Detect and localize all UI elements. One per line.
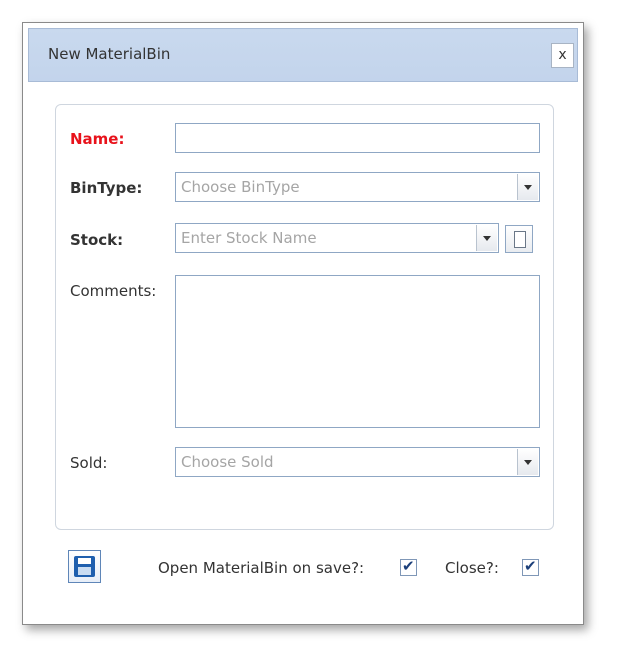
stock-label: Stock:: [70, 231, 124, 249]
bintype-dropdown[interactable]: Choose BinType: [175, 172, 540, 202]
close-after-save-label: Close?:: [445, 559, 499, 577]
close-after-save-checkbox[interactable]: ✔: [522, 557, 539, 576]
sold-dropdown-button[interactable]: [517, 449, 538, 475]
material-bin-dialog: New MaterialBin x Name: BinType: Choose …: [22, 22, 584, 625]
sold-placeholder: Choose Sold: [181, 453, 274, 471]
new-stock-button[interactable]: [505, 225, 533, 253]
chevron-down-icon: [524, 460, 532, 465]
sold-label: Sold:: [70, 454, 108, 472]
stock-placeholder: Enter Stock Name: [181, 229, 317, 247]
close-button[interactable]: x: [551, 43, 574, 68]
new-document-icon: [514, 231, 526, 248]
name-label: Name:: [70, 130, 125, 148]
chevron-down-icon: [483, 236, 491, 241]
open-on-save-checkbox[interactable]: ✔: [400, 557, 417, 576]
comments-textarea[interactable]: [175, 275, 540, 428]
stock-dropdown-button[interactable]: [476, 225, 497, 251]
bintype-label: BinType:: [70, 179, 143, 197]
name-input[interactable]: [175, 123, 540, 153]
chevron-down-icon: [524, 185, 532, 190]
stock-combobox[interactable]: Enter Stock Name: [175, 223, 499, 253]
floppy-disk-icon: [74, 556, 95, 577]
dialog-title: New MaterialBin: [48, 45, 171, 63]
sold-dropdown[interactable]: Choose Sold: [175, 447, 540, 477]
checkmark-icon: ✔: [524, 557, 537, 575]
save-button[interactable]: [68, 550, 101, 583]
open-on-save-label: Open MaterialBin on save?:: [158, 559, 365, 577]
bintype-dropdown-button[interactable]: [517, 174, 538, 200]
comments-label: Comments:: [70, 282, 157, 300]
dialog-titlebar[interactable]: New MaterialBin x: [28, 28, 578, 82]
checkmark-icon: ✔: [402, 557, 415, 575]
bintype-placeholder: Choose BinType: [181, 178, 300, 196]
